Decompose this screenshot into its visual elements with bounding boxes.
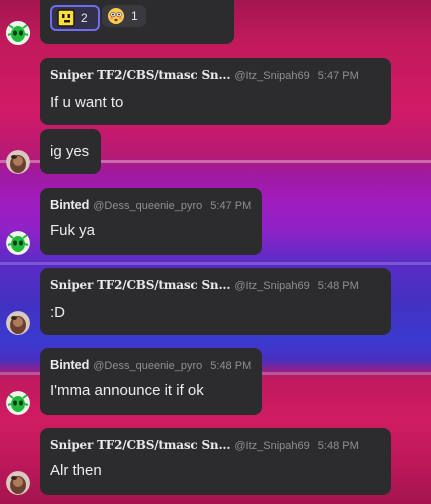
timestamp: 5:47 PM [317,70,359,82]
avatar-green-alien[interactable] [6,391,30,415]
message-bubble: Sniper TF2/CBS/tmasc Sn... @Itz_Snipah69 5… [40,428,391,495]
author-handle[interactable]: @Dess_queenie_pyro [93,200,202,212]
timestamp: 5:47 PM [210,200,252,212]
message-bubble: ig yes [40,129,101,174]
message-text: I'mma announce it if ok [50,382,204,399]
alien-avatar-icon [6,231,30,255]
background-streak [0,262,431,265]
avatar-green-alien[interactable] [6,231,30,255]
message-text: :D [50,304,65,321]
author-name[interactable]: Binted [50,197,89,212]
profile-photo-icon [6,471,30,495]
square-face-emoji-icon [57,9,75,27]
avatar-photo[interactable] [6,150,30,174]
message-bubble: Binted @Dess_queenie_pyro 5:48 PM I'mma an… [40,348,262,415]
avatar-green-alien[interactable] [6,21,30,45]
message-text: ig yes [50,143,90,160]
reaction-button[interactable]: 1 [102,5,146,27]
author-handle[interactable]: @Itz_Snipah69 [234,70,309,82]
author-name[interactable]: Binted [50,357,89,372]
author-name[interactable]: Sniper TF2/CBS/tmasc Sn... [50,438,231,452]
alien-avatar-icon [6,21,30,45]
profile-photo-icon [6,311,30,335]
avatar-photo[interactable] [6,311,30,335]
message-text: Alr then [50,462,102,479]
timestamp: 5:48 PM [317,440,359,452]
author-name[interactable]: Sniper TF2/CBS/tmasc Sn... [50,278,231,292]
author-handle[interactable]: @Itz_Snipah69 [234,280,309,292]
message-bubble: Binted @Dess_queenie_pyro 5:47 PM Fuk ya [40,188,262,255]
author-handle[interactable]: @Itz_Snipah69 [234,440,309,452]
reaction-button[interactable]: 2 [50,5,100,31]
message-bubble: Sniper TF2/CBS/tmasc Sn... @Itz_Snipah69 5… [40,58,391,125]
reaction-count: 2 [81,11,88,25]
reaction-count: 1 [131,9,138,23]
timestamp: 5:48 PM [317,280,359,292]
message-bubble-reactions: 2 1 [40,0,234,44]
flushed-face-emoji-icon [108,8,124,24]
author-name[interactable]: Sniper TF2/CBS/tmasc Sn... [50,68,231,82]
alien-avatar-icon [6,391,30,415]
author-handle[interactable]: @Dess_queenie_pyro [93,360,202,372]
message-text: If u want to [50,94,124,111]
avatar-photo[interactable] [6,471,30,495]
profile-photo-icon [6,150,30,174]
message-bubble: Sniper TF2/CBS/tmasc Sn... @Itz_Snipah69 5… [40,268,391,335]
message-text: Fuk ya [50,222,96,239]
timestamp: 5:48 PM [210,360,252,372]
